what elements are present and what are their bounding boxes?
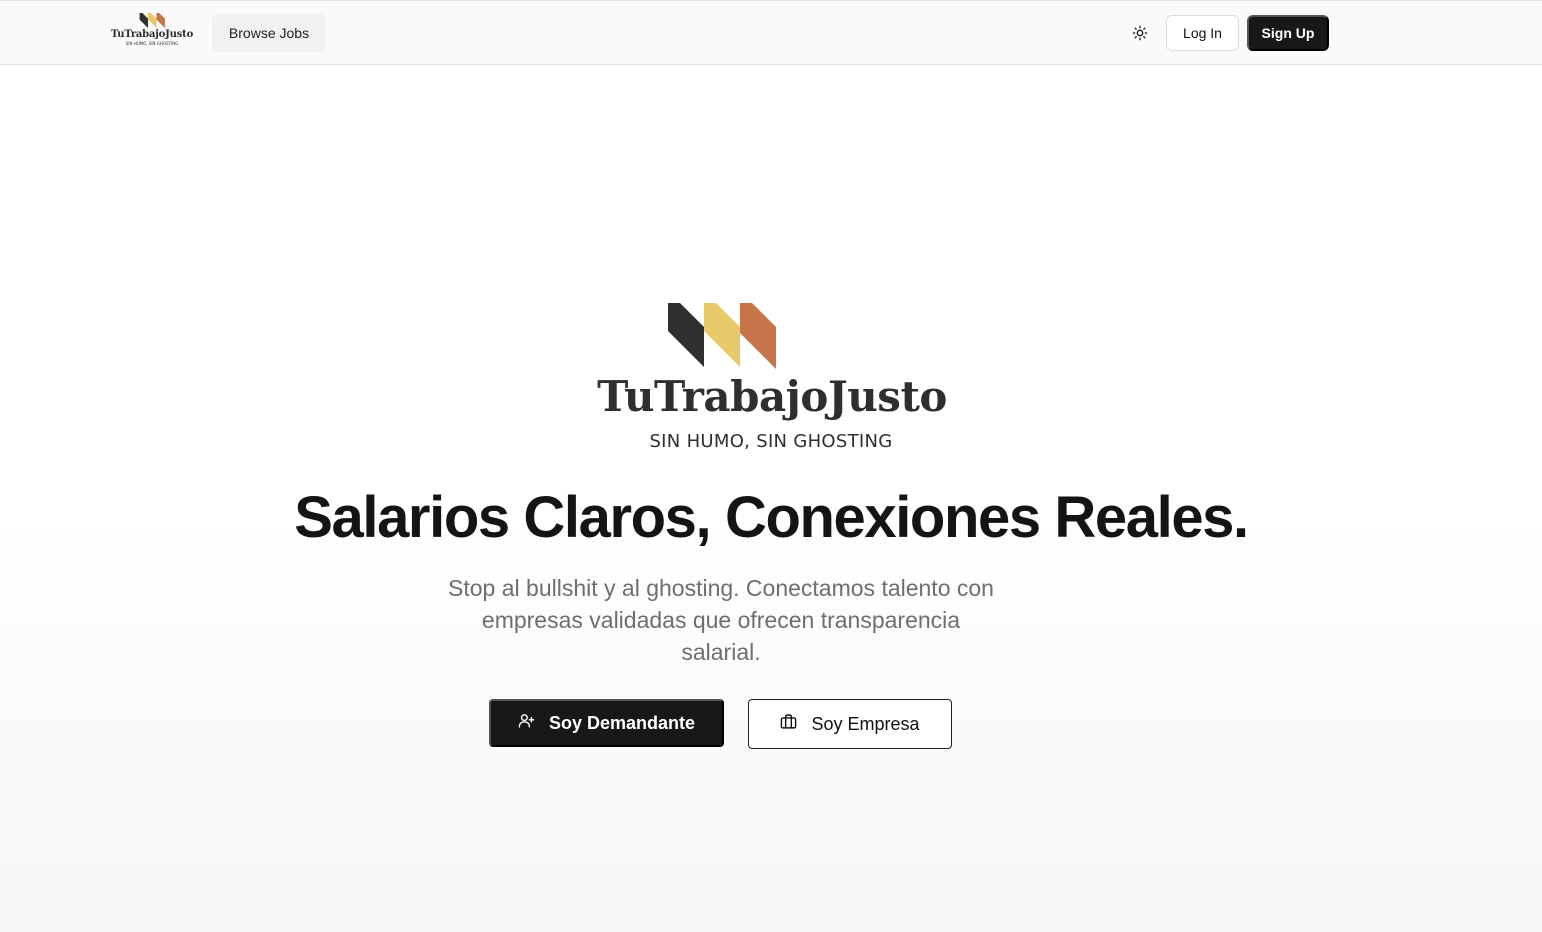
brand-tagline: SIN HUMO, SIN GHOSTING [125, 41, 179, 46]
soy-demandante-button[interactable]: Soy Demandante [489, 699, 724, 747]
top-navigation-bar: TuTrabajoJusto SIN HUMO, SIN GHOSTING Br… [0, 0, 1542, 65]
hero-subtitle: Stop al bullshit y al ghosting. Conectam… [448, 575, 994, 665]
theme-toggle-button[interactable] [1125, 18, 1155, 48]
sun-icon [1132, 25, 1148, 41]
brand-logo-mark [139, 13, 165, 28]
brand-name: TuTrabajoJusto [110, 29, 194, 40]
brand-logo-link[interactable]: TuTrabajoJusto SIN HUMO, SIN GHOSTING [110, 13, 194, 53]
soy-empresa-button[interactable]: Soy Empresa [748, 699, 952, 749]
login-button[interactable]: Log In [1166, 15, 1239, 51]
soy-demandante-label: Soy Demandante [548, 712, 696, 733]
hero-brand-name: TuTrabajoJusto [597, 372, 947, 421]
browse-jobs-button[interactable]: Browse Jobs [212, 14, 326, 52]
hero-logo-mark [668, 303, 776, 369]
user-plus-icon [518, 712, 535, 734]
briefcase-icon [780, 713, 797, 735]
hero-brand-tagline: SIN HUMO, SIN GHOSTING [649, 431, 893, 452]
signup-button[interactable]: Sign Up [1247, 15, 1329, 51]
hero-headline: Salarios Claros, Conexiones Reales. [294, 485, 1249, 550]
soy-empresa-label: Soy Empresa [811, 713, 920, 734]
